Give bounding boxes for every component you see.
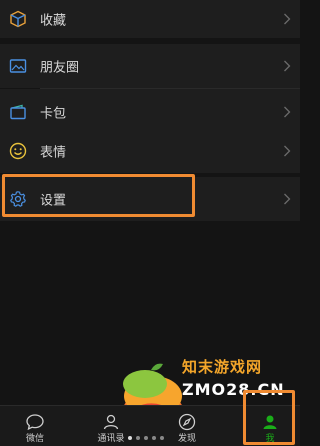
- menu-item-favorites[interactable]: 收藏: [0, 0, 300, 38]
- contacts-icon: [103, 414, 119, 430]
- tab-chats[interactable]: 微信: [5, 406, 65, 446]
- tab-label: 发现: [177, 434, 196, 444]
- page-indicator: [128, 436, 164, 440]
- chevron-right-icon: [284, 13, 291, 25]
- favorites-cube-icon: [10, 10, 26, 28]
- menu-item-label: 朋友圈: [40, 60, 80, 76]
- sticker-smiley-icon: [9, 142, 27, 160]
- menu-item-label: 表情: [40, 145, 67, 161]
- tab-label: 微信: [25, 434, 44, 444]
- chat-bubble-icon: [26, 414, 44, 431]
- menu-item-label: 收藏: [40, 13, 67, 29]
- menu-item-moments[interactable]: 朋友圈: [0, 44, 300, 88]
- watermark-text: 知末游戏网: [182, 358, 263, 376]
- settings-highlight-box: [2, 174, 195, 217]
- chevron-right-icon: [284, 60, 291, 72]
- menu-item-stickers[interactable]: 表情: [0, 129, 300, 173]
- me-tab-highlight-box: [243, 390, 295, 445]
- card-wallet-icon: [10, 104, 26, 120]
- page-dot: [160, 436, 164, 440]
- tab-contacts[interactable]: 通讯录: [81, 406, 141, 446]
- page-dot: [128, 436, 132, 440]
- menu-item-label: 卡包: [40, 106, 67, 122]
- chevron-right-icon: [284, 145, 291, 157]
- tab-discover[interactable]: 发现: [157, 406, 217, 446]
- discover-compass-icon: [178, 413, 196, 431]
- page-dot: [152, 436, 156, 440]
- page-dot: [144, 436, 148, 440]
- moments-picture-icon: [9, 59, 27, 73]
- chevron-right-icon: [284, 106, 291, 118]
- page-dot: [136, 436, 140, 440]
- chevron-right-icon: [284, 193, 291, 205]
